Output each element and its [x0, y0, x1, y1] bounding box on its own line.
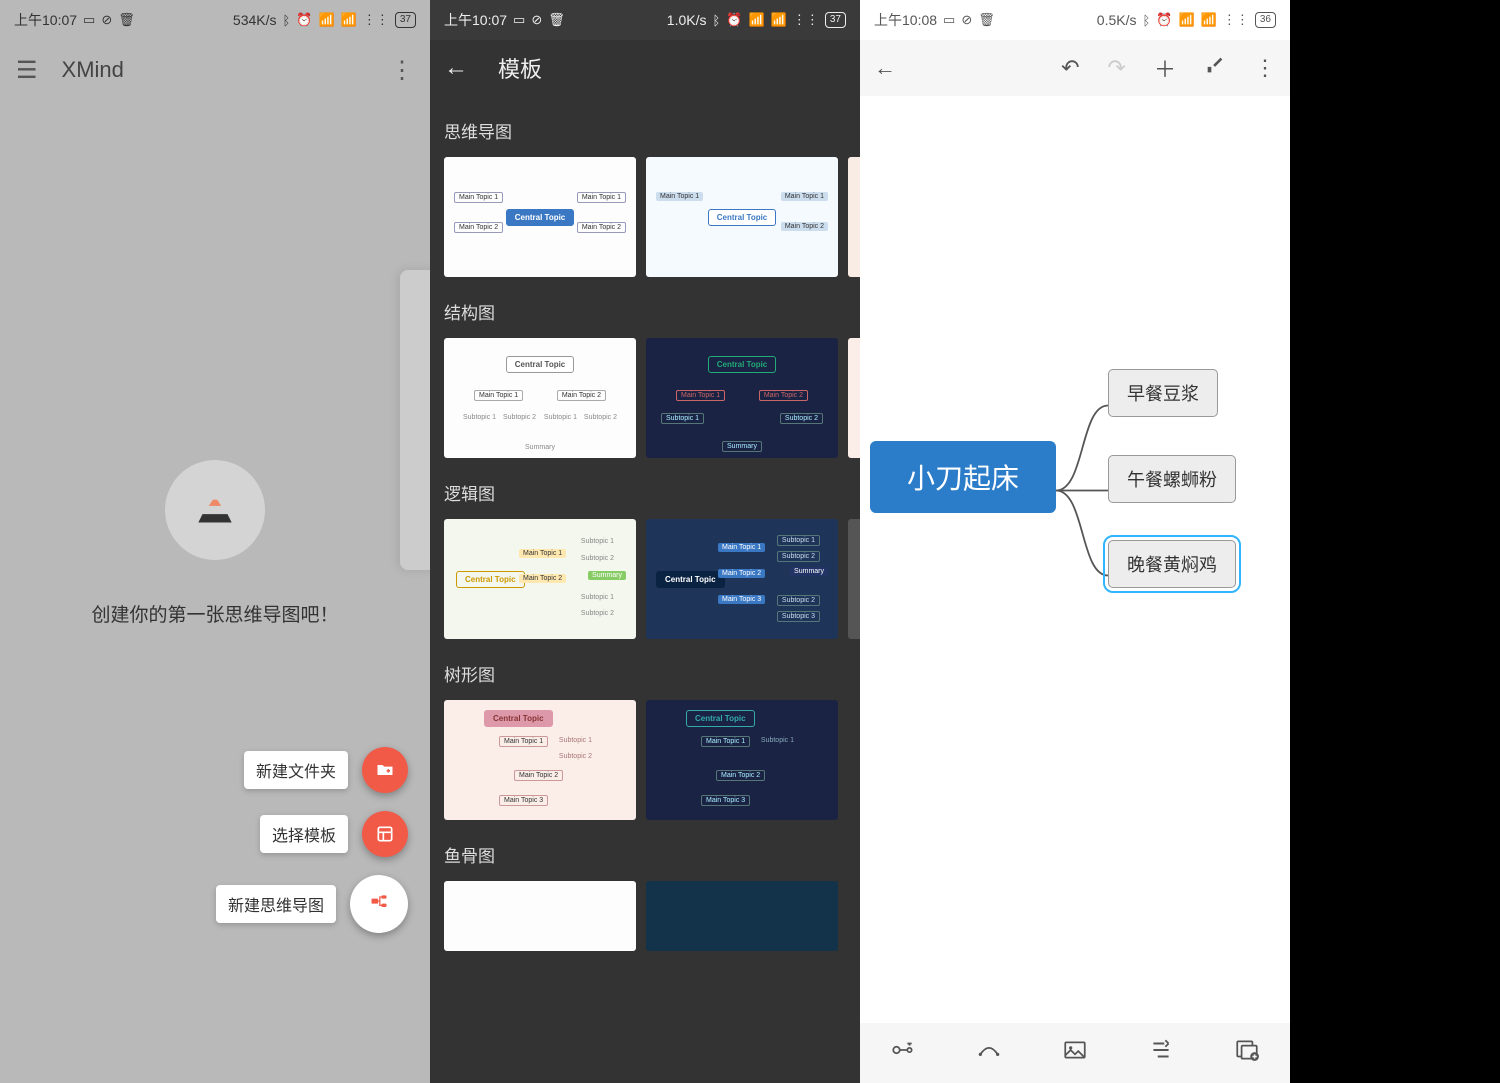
topic-node[interactable]: 午餐螺蛳粉: [1108, 455, 1236, 503]
status-bar: 上午10:08 ▭ ⊘ 🗑 0.5K/s ᛒ ⏰ 📶 📶 ⋮⋮ 36: [860, 0, 1290, 40]
mindmap-canvas[interactable]: 小刀起床 早餐豆浆 午餐螺蛳粉 晚餐黄焖鸡: [860, 96, 1290, 1023]
section-structure-title: 结构图: [444, 299, 846, 324]
trash-icon: 🗑: [978, 12, 995, 28]
alarm-icon: ⏰: [296, 12, 312, 28]
signal-icon: 📶: [341, 12, 357, 28]
topic-node-selected[interactable]: 晚餐黄焖鸡: [1108, 540, 1236, 588]
plus-icon: [369, 892, 389, 917]
choose-template-button[interactable]: [362, 811, 408, 857]
signal-icon: 📶: [1201, 12, 1217, 28]
status-bar: 上午10:07 ▭ ⊘ 🗑 534K/s ᛒ ⏰ 📶 📶 ⋮⋮ 37: [0, 0, 430, 40]
alarm-icon: ⏰: [726, 12, 742, 28]
template-card[interactable]: Central Topic Main Topic 1 Main Topic 2 …: [646, 519, 838, 639]
section-tree-title: 树形图: [444, 661, 846, 686]
template-card[interactable]: Central Topic Main Topic 1 Main Topic 2 …: [646, 338, 838, 458]
template-card-peek[interactable]: [848, 338, 860, 458]
signal-icon: 📶: [1179, 12, 1195, 28]
central-topic-label: Central Topic: [506, 209, 575, 226]
page-title: 模板: [498, 52, 542, 84]
new-folder-button[interactable]: [362, 747, 408, 793]
sms-icon: ▭: [943, 12, 955, 28]
template-card[interactable]: [444, 881, 636, 951]
template-card[interactable]: [646, 881, 838, 951]
bluetooth-icon: ᛒ: [713, 13, 721, 28]
net-speed: 534K/s: [233, 12, 277, 28]
new-mindmap-button[interactable]: [350, 875, 408, 933]
template-card[interactable]: Central Topic Main Topic 1 Main Topic 2 …: [444, 157, 636, 277]
fab-label-folder: 新建文件夹: [244, 751, 348, 789]
template-card-peek[interactable]: [848, 157, 860, 277]
sms-icon: ▭: [83, 12, 95, 28]
template-card[interactable]: Central Topic Main Topic 1 Main Topic 2 …: [444, 338, 636, 458]
section-fishbone-title: 鱼骨图: [444, 842, 846, 867]
section-mindmap-title: 思维导图: [444, 118, 846, 143]
empty-state: 创建你的第一张思维导图吧！: [0, 460, 430, 627]
bluetooth-icon: ᛒ: [283, 13, 291, 28]
empty-text: 创建你的第一张思维导图吧！: [0, 600, 430, 627]
menu-icon[interactable]: ☰: [16, 56, 38, 85]
topic-node[interactable]: 早餐豆浆: [1108, 369, 1218, 417]
section-logic-title: 逻辑图: [444, 480, 846, 505]
signal-icon: 📶: [771, 12, 787, 28]
more-icon[interactable]: ⋮: [1254, 55, 1276, 81]
add-relationship-icon[interactable]: [976, 1037, 1002, 1069]
trash-icon: 🗑: [118, 12, 135, 28]
central-topic[interactable]: 小刀起床: [870, 441, 1056, 513]
add-sheet-icon[interactable]: [1234, 1037, 1260, 1069]
battery-indicator: 37: [825, 12, 846, 28]
net-speed: 0.5K/s: [1097, 12, 1137, 28]
back-icon[interactable]: ←: [444, 54, 468, 82]
template-card[interactable]: Central Topic Main Topic 1 Main Topic 2 …: [444, 519, 636, 639]
template-toolbar: ← 模板: [430, 40, 860, 96]
block-icon: ⊘: [101, 12, 112, 28]
more-icon[interactable]: ⋮: [390, 56, 414, 85]
wifi-icon: ⋮⋮: [1223, 12, 1249, 28]
wifi-icon: ⋮⋮: [793, 12, 819, 28]
template-card-peek[interactable]: [848, 519, 860, 639]
add-image-icon[interactable]: [1062, 1037, 1088, 1069]
template-card[interactable]: Central Topic Main Topic 1 Main Topic 2 …: [646, 700, 838, 820]
block-icon: ⊘: [531, 12, 542, 28]
add-icon[interactable]: ＋: [1154, 52, 1176, 84]
status-bar: 上午10:07 ▭ ⊘ 🗑 1.0K/s ᛒ ⏰ 📶 📶 ⋮⋮ 37: [430, 0, 860, 40]
editor-bottom-bar: [860, 1023, 1290, 1083]
net-speed: 1.0K/s: [667, 12, 707, 28]
outline-icon[interactable]: [1148, 1037, 1174, 1069]
battery-indicator: 36: [1255, 12, 1276, 28]
alarm-icon: ⏰: [1156, 12, 1172, 28]
status-time: 上午10:07: [14, 10, 77, 30]
fab-label-mindmap: 新建思维导图: [216, 885, 336, 923]
sms-icon: ▭: [513, 12, 525, 28]
battery-indicator: 37: [395, 12, 416, 28]
back-icon[interactable]: ←: [874, 55, 896, 81]
status-time: 上午10:07: [444, 10, 507, 30]
template-card[interactable]: Central Topic Main Topic 1 Main Topic 2 …: [444, 700, 636, 820]
undo-icon[interactable]: ↶: [1061, 55, 1079, 81]
wifi-icon: ⋮⋮: [363, 12, 389, 28]
block-icon: ⊘: [961, 12, 972, 28]
editor-toolbar: ← ↶ ↷ ＋ ⋮: [860, 40, 1290, 96]
trash-icon: 🗑: [548, 12, 565, 28]
redo-icon: ↷: [1108, 55, 1126, 81]
app-title: XMind: [62, 57, 390, 83]
app-toolbar: ☰ XMind ⋮: [0, 40, 430, 100]
status-time: 上午10:08: [874, 10, 937, 30]
add-subtopic-icon[interactable]: [890, 1037, 916, 1069]
format-icon[interactable]: [1204, 54, 1226, 82]
bluetooth-icon: ᛒ: [1143, 13, 1151, 28]
empty-icon: [165, 460, 265, 560]
template-card[interactable]: Central Topic Main Topic 1 Main Topic 1 …: [646, 157, 838, 277]
signal-icon: 📶: [749, 12, 765, 28]
fab-label-template: 选择模板: [260, 815, 348, 853]
signal-icon: 📶: [319, 12, 335, 28]
